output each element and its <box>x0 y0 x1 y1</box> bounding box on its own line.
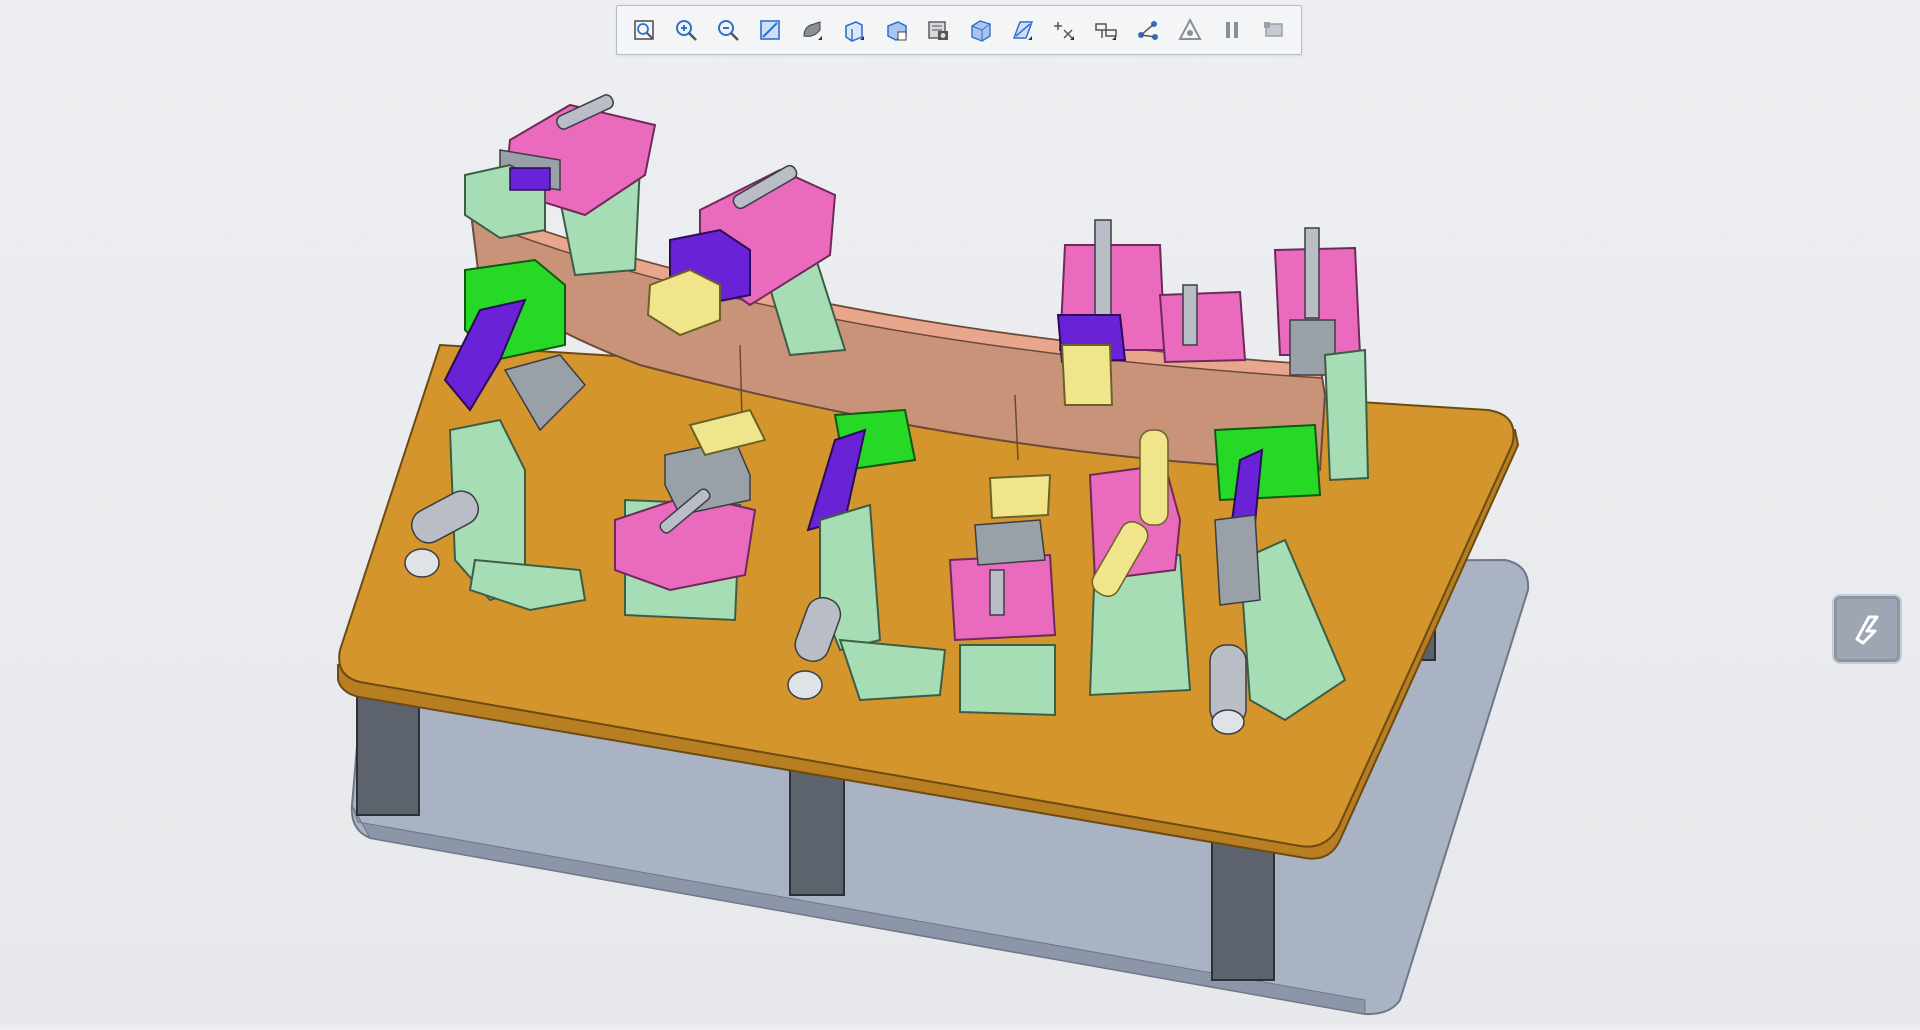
annotation-display-icon <box>1054 22 1074 40</box>
zoom-in-icon <box>676 20 697 41</box>
section-button[interactable] <box>963 13 997 47</box>
view-manager-button[interactable] <box>879 13 913 47</box>
spin-center-icon <box>1095 23 1117 40</box>
fixture-model[interactable] <box>0 0 1920 1025</box>
display-style-icon <box>803 21 822 40</box>
pause-button[interactable] <box>1215 13 1249 47</box>
pause-icon <box>1226 22 1238 38</box>
table-leg <box>1211 839 1275 981</box>
section-icon <box>971 20 991 42</box>
network-icon <box>1138 21 1158 40</box>
repaint-icon <box>760 20 780 40</box>
zoom-in-button[interactable] <box>669 13 703 47</box>
view-manager-icon <box>887 21 907 41</box>
annotation-display-button[interactable] <box>1047 13 1081 47</box>
datum-display-icon <box>1012 21 1034 40</box>
display-style-button[interactable] <box>795 13 829 47</box>
view-toolbar <box>616 5 1302 55</box>
refit-button[interactable] <box>627 13 661 47</box>
refit-icon <box>634 20 654 40</box>
simulation-button[interactable] <box>1173 13 1207 47</box>
saved-orientations-icon <box>845 21 864 42</box>
spin-center-button[interactable] <box>1089 13 1123 47</box>
saved-orientations-button[interactable] <box>837 13 871 47</box>
stop-button[interactable] <box>1257 13 1291 47</box>
cad-viewport[interactable] <box>0 0 1920 1025</box>
repaint-button[interactable] <box>753 13 787 47</box>
perspective-button[interactable] <box>921 13 955 47</box>
zoom-out-icon <box>718 20 739 41</box>
lightning-icon <box>1855 615 1879 645</box>
datum-display-button[interactable] <box>1005 13 1039 47</box>
perspective-icon <box>928 21 948 40</box>
zoom-out-button[interactable] <box>711 13 745 47</box>
lightning-button[interactable] <box>1832 594 1902 664</box>
stop-icon <box>1264 22 1283 37</box>
table-leg <box>789 759 845 896</box>
simulation-icon <box>1178 17 1202 40</box>
network-button[interactable] <box>1131 13 1165 47</box>
